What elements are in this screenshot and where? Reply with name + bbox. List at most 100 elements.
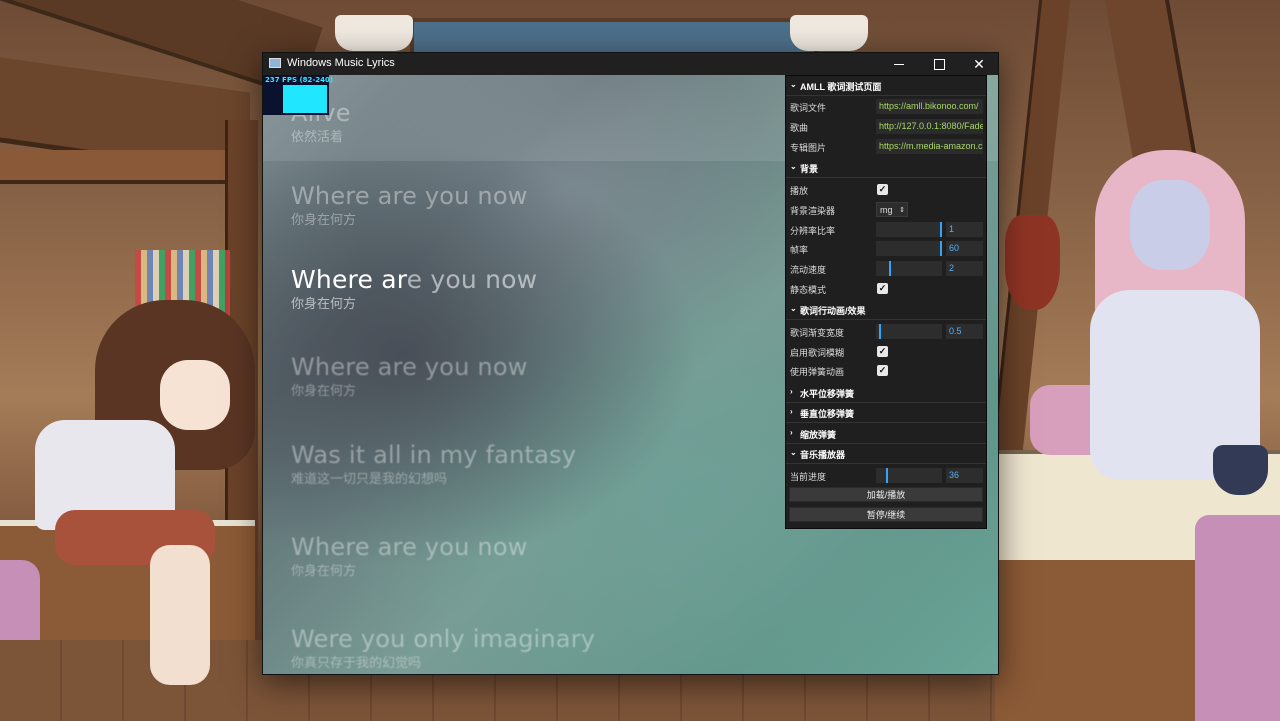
minimize-icon xyxy=(894,63,904,65)
field-label: 静态模式 xyxy=(790,285,827,295)
row-play: 播放 ✓ xyxy=(786,180,986,199)
row-blur: 启用歌词模糊 ✓ xyxy=(786,342,986,361)
section-title: AMLL 歌词测试页面 xyxy=(800,82,882,92)
section-header-scale-spring[interactable]: › 缩放弹簧 xyxy=(786,424,986,444)
chevron-down-icon: ⌄ xyxy=(790,304,797,313)
song-url-input[interactable]: http://127.0.0.1:8080/Fade xyxy=(876,119,983,134)
lyric-sung-part: Where ar xyxy=(291,265,407,294)
row-progress: 当前进度 36 xyxy=(786,466,986,485)
close-button[interactable]: ✕ xyxy=(959,53,998,75)
maximize-button[interactable] xyxy=(919,53,959,75)
row-lyric-file: 歌词文件 https://amll.bikonoo.com/ xyxy=(786,97,986,116)
lyric-text: Where are you now xyxy=(291,533,528,561)
load-play-button[interactable]: 加载/播放 xyxy=(789,487,983,502)
wallpaper-bunk xyxy=(0,150,255,184)
fps-number[interactable]: 60 xyxy=(946,241,983,256)
renderer-select[interactable]: mg ⇕ xyxy=(876,202,908,217)
chevron-right-icon: › xyxy=(790,407,793,416)
gradient-width-slider[interactable] xyxy=(876,324,942,339)
field-label: 背景渲染器 xyxy=(790,206,836,216)
slider-knob[interactable] xyxy=(940,241,942,256)
flow-speed-number[interactable]: 2 xyxy=(946,261,983,276)
lyric-file-input[interactable]: https://amll.bikonoo.com/ xyxy=(876,99,983,114)
row-static-mode: 静态模式 ✓ xyxy=(786,279,986,298)
row-flow-speed: 流动速度 2 xyxy=(786,259,986,278)
lyric-translation: 你身在何方 xyxy=(291,213,357,228)
lyric-translation: 依然活着 xyxy=(291,130,344,145)
field-label: 帧率 xyxy=(790,245,809,255)
close-icon: ✕ xyxy=(973,56,985,72)
section-title: 音乐播放器 xyxy=(800,450,846,460)
section-title: 背景 xyxy=(800,164,819,174)
chevron-down-icon: ⌄ xyxy=(790,448,797,457)
resolution-slider[interactable] xyxy=(876,222,942,237)
lyric-line[interactable]: Where are you now 你身在何方 xyxy=(291,353,528,400)
section-header-v-spring[interactable]: › 垂直位移弹簧 xyxy=(786,403,986,423)
lyric-translation: 你身在何方 xyxy=(291,297,357,312)
chevron-right-icon: › xyxy=(790,387,793,396)
lyric-translation: 你身在何方 xyxy=(291,384,357,399)
row-gradient-width: 歌词渐变宽度 0.5 xyxy=(786,322,986,341)
field-label: 歌词渐变宽度 xyxy=(790,328,845,338)
blur-checkbox[interactable]: ✓ xyxy=(877,346,888,357)
resolution-number[interactable]: 1 xyxy=(946,222,983,237)
wallpaper-mask xyxy=(1005,215,1060,310)
album-art-input[interactable]: https://m.media-amazon.c xyxy=(876,139,983,154)
field-label: 流动速度 xyxy=(790,265,827,275)
section-header-line-anim[interactable]: ⌄ 歌词行动画/效果 xyxy=(786,300,986,320)
wallpaper-flowerpot xyxy=(790,15,868,51)
row-song: 歌曲 http://127.0.0.1:8080/Fade xyxy=(786,117,986,136)
lyrics-view[interactable]: Alive 依然活着 Where are you now 你身在何方 Where… xyxy=(263,75,998,674)
section-title: 歌词行动画/效果 xyxy=(800,306,866,316)
wallpaper-beam xyxy=(1105,0,1199,170)
lyric-line-active[interactable]: Where are you now 你身在何方 xyxy=(291,266,537,313)
play-checkbox[interactable]: ✓ xyxy=(877,184,888,195)
chevron-right-icon: › xyxy=(790,428,793,437)
row-resolution: 分辨率比率 1 xyxy=(786,220,986,239)
field-label: 使用弹簧动画 xyxy=(790,367,845,377)
row-spring: 使用弹簧动画 ✓ xyxy=(786,361,986,380)
row-fps: 帧率 60 xyxy=(786,239,986,258)
chevron-down-icon: ⌄ xyxy=(790,80,797,89)
maximize-icon xyxy=(933,58,945,70)
section-title: 缩放弹簧 xyxy=(800,430,837,440)
fps-label: 237 FPS (82-240) xyxy=(265,76,334,84)
section-title: 水平位移弹簧 xyxy=(800,389,855,399)
debug-panel: ⌄ AMLL 歌词测试页面 歌词文件 https://amll.bikonoo.… xyxy=(785,75,987,529)
pause-resume-button[interactable]: 暂停/继续 xyxy=(789,507,983,522)
wallpaper-flowerpot xyxy=(335,15,413,51)
section-header-background[interactable]: ⌄ 背景 xyxy=(786,158,986,178)
section-title: 垂直位移弹簧 xyxy=(800,409,855,419)
section-header-test-page[interactable]: ⌄ AMLL 歌词测试页面 xyxy=(786,76,986,96)
lyric-line[interactable]: Were you only imaginary 你真只存于我的幻觉吗 xyxy=(291,625,595,672)
flow-speed-slider[interactable] xyxy=(876,261,942,276)
progress-slider[interactable] xyxy=(876,468,942,483)
wallpaper-character-face xyxy=(1130,180,1210,270)
lyric-translation: 你身在何方 xyxy=(291,564,357,579)
field-label: 歌曲 xyxy=(790,123,809,133)
lyric-text: Where are you now xyxy=(291,353,528,381)
lyric-translation: 你真只存于我的幻觉吗 xyxy=(291,656,422,671)
row-album-art: 专辑图片 https://m.media-amazon.c xyxy=(786,137,986,156)
slider-knob[interactable] xyxy=(886,468,889,483)
gradient-width-number[interactable]: 0.5 xyxy=(946,324,983,339)
field-label: 当前进度 xyxy=(790,472,827,482)
slider-knob[interactable] xyxy=(879,324,882,339)
lyric-line[interactable]: Where are you now 你身在何方 xyxy=(291,182,528,229)
spring-checkbox[interactable]: ✓ xyxy=(877,365,888,376)
static-mode-checkbox[interactable]: ✓ xyxy=(877,283,888,294)
updown-arrow-icon: ⇕ xyxy=(899,207,905,214)
lyric-text: Were you only imaginary xyxy=(291,625,596,653)
wallpaper-character-face xyxy=(160,360,230,430)
field-label: 分辨率比率 xyxy=(790,226,836,236)
section-header-player[interactable]: ⌄ 音乐播放器 xyxy=(786,444,986,464)
lyric-line[interactable]: Where are you now 你身在何方 xyxy=(291,533,528,580)
lyric-line[interactable]: Was it all in my fantasy 难道这一切只是我的幻想吗 xyxy=(291,441,576,488)
slider-knob[interactable] xyxy=(940,222,942,237)
progress-number[interactable]: 36 xyxy=(946,468,983,483)
slider-knob[interactable] xyxy=(888,261,891,276)
fps-slider[interactable] xyxy=(876,241,942,256)
section-header-h-spring[interactable]: › 水平位移弹簧 xyxy=(786,383,986,403)
title-bar[interactable]: Windows Music Lyrics ✕ xyxy=(263,53,998,75)
minimize-button[interactable] xyxy=(879,53,919,75)
